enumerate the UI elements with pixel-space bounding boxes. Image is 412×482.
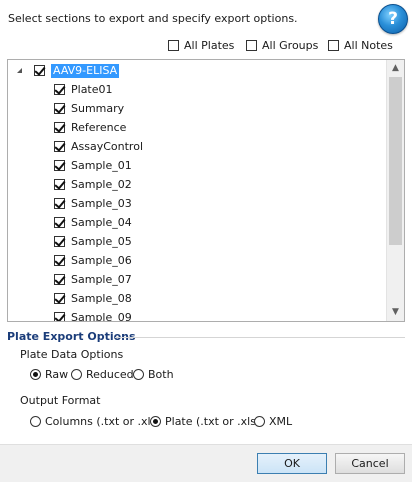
plate-data-options-label: Plate Data Options (20, 348, 124, 361)
collapse-arrow-icon[interactable] (17, 68, 22, 73)
checkbox-box[interactable] (328, 40, 339, 51)
tree-item-label: Sample_07 (71, 273, 132, 286)
radio-both-label: Both (148, 368, 174, 381)
all-plates-label: All Plates (184, 39, 235, 52)
all-plates-checkbox[interactable]: All Plates (168, 39, 234, 52)
tree-item-label: Sample_02 (71, 178, 132, 191)
tree-item-checkbox[interactable] (54, 274, 65, 285)
tree-item-checkbox[interactable] (54, 255, 65, 266)
tree-item-label: Sample_09 (71, 311, 132, 322)
tree-item-checkbox[interactable] (54, 293, 65, 304)
tree-item[interactable]: Plate01 (54, 80, 113, 99)
scroll-thumb[interactable] (389, 77, 402, 245)
tree-item[interactable]: Sample_03 (54, 194, 132, 213)
tree-scrollbar[interactable]: ▲ ▼ (386, 60, 404, 321)
tree-item-checkbox[interactable] (54, 103, 65, 114)
section-divider (115, 337, 405, 338)
tree-item-label: Sample_03 (71, 197, 132, 210)
tree-item-label: Reference (71, 121, 127, 134)
tree-root-label: AAV9-ELISA (51, 63, 120, 78)
instruction-text: Select sections to export and specify ex… (8, 12, 298, 25)
root-checkbox[interactable] (34, 65, 45, 76)
all-groups-checkbox[interactable]: All Groups (246, 39, 318, 52)
radio-circle[interactable] (133, 369, 144, 380)
sections-tree[interactable]: AAV9-ELISA Plate01 Summary Reference AssayC… (7, 59, 405, 322)
tree-item-label: Sample_04 (71, 216, 132, 229)
tree-item[interactable]: AssayControl (54, 137, 143, 156)
tree-item-checkbox[interactable] (54, 160, 65, 171)
tree-item[interactable]: Sample_08 (54, 289, 132, 308)
tree-item-label: Plate01 (71, 83, 113, 96)
checkbox-box[interactable] (168, 40, 179, 51)
radio-circle[interactable] (254, 416, 265, 427)
tree-item-checkbox[interactable] (54, 141, 65, 152)
radio-raw[interactable]: Raw (30, 368, 68, 381)
tree-item[interactable]: Sample_04 (54, 213, 132, 232)
tree-item-checkbox[interactable] (54, 198, 65, 209)
radio-circle[interactable] (30, 369, 41, 380)
radio-both[interactable]: Both (133, 368, 174, 381)
tree-item[interactable]: Summary (54, 99, 124, 118)
tree-item-checkbox[interactable] (54, 236, 65, 247)
tree-item-checkbox[interactable] (54, 122, 65, 133)
radio-circle[interactable] (30, 416, 41, 427)
radio-reduced-label: Reduced (86, 368, 134, 381)
radio-xml-label: XML (269, 415, 293, 428)
all-groups-label: All Groups (262, 39, 319, 52)
tree-item-label: Sample_05 (71, 235, 132, 248)
radio-columns[interactable]: Columns (.txt or .xls) (30, 415, 161, 428)
help-icon[interactable]: ? (378, 4, 408, 34)
scroll-down-icon[interactable]: ▼ (387, 304, 404, 321)
tree-root[interactable]: AAV9-ELISA (34, 61, 120, 80)
tree-item[interactable]: Sample_06 (54, 251, 132, 270)
all-notes-label: All Notes (344, 39, 393, 52)
tree-item-checkbox[interactable] (54, 312, 65, 321)
cancel-button[interactable]: Cancel (335, 453, 405, 474)
tree-item-checkbox[interactable] (54, 84, 65, 95)
scroll-up-icon[interactable]: ▲ (387, 60, 404, 77)
tree-item[interactable]: Sample_05 (54, 232, 132, 251)
radio-xml[interactable]: XML (254, 415, 292, 428)
tree-item-label: Sample_01 (71, 159, 132, 172)
radio-circle[interactable] (150, 416, 161, 427)
tree-item[interactable]: Sample_09 (54, 308, 132, 322)
radio-columns-label: Columns (.txt or .xls) (45, 415, 161, 428)
radio-reduced[interactable]: Reduced (71, 368, 134, 381)
checkbox-box[interactable] (246, 40, 257, 51)
output-format-label: Output Format (20, 394, 101, 407)
all-notes-checkbox[interactable]: All Notes (328, 39, 393, 52)
radio-plate[interactable]: Plate (.txt or .xls) (150, 415, 260, 428)
radio-raw-label: Raw (45, 368, 69, 381)
tree-item[interactable]: Sample_01 (54, 156, 132, 175)
tree-item-label: AssayControl (71, 140, 143, 153)
tree-item-checkbox[interactable] (54, 179, 65, 190)
tree-item-label: Sample_06 (71, 254, 132, 267)
tree-item[interactable]: Reference (54, 118, 126, 137)
radio-plate-label: Plate (.txt or .xls) (165, 415, 261, 428)
ok-button[interactable]: OK (257, 453, 327, 474)
tree-item[interactable]: Sample_07 (54, 270, 132, 289)
radio-circle[interactable] (71, 369, 82, 380)
tree-item[interactable]: Sample_02 (54, 175, 132, 194)
tree-item-checkbox[interactable] (54, 217, 65, 228)
tree-item-label: Sample_08 (71, 292, 132, 305)
tree-item-label: Summary (71, 102, 125, 115)
